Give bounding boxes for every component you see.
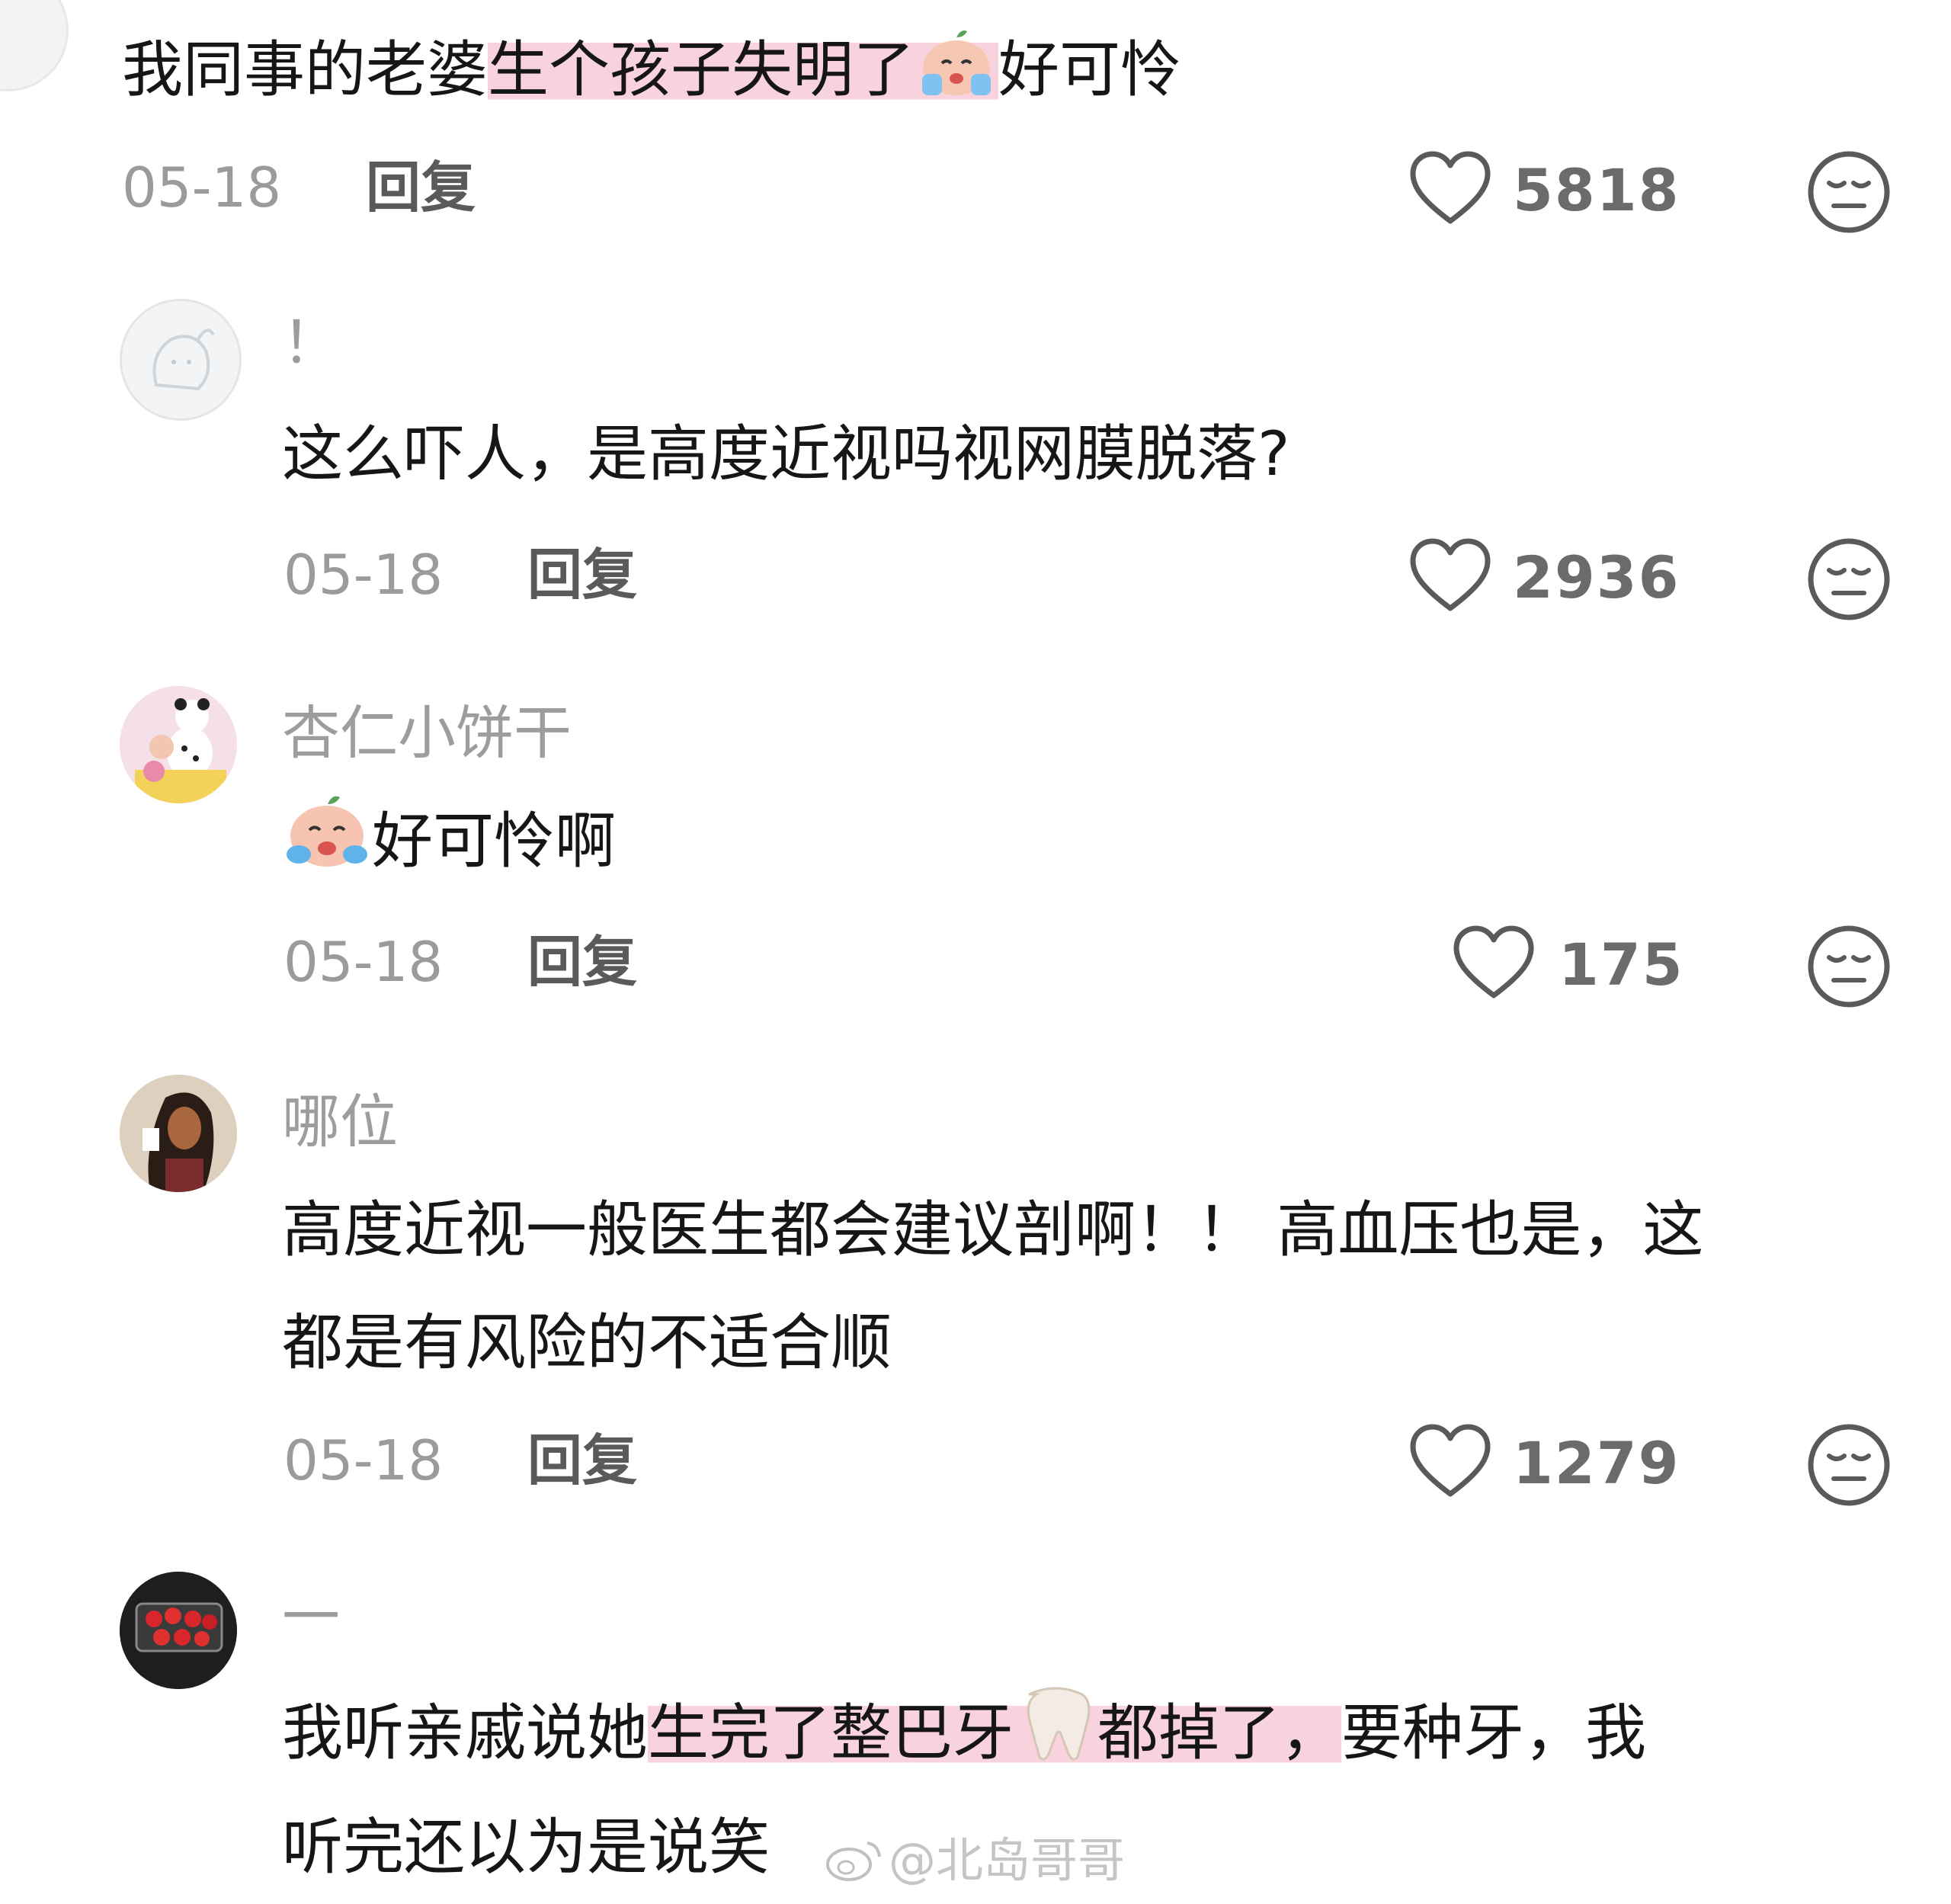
like-count: 1279 bbox=[1513, 1429, 1680, 1497]
heart-icon[interactable] bbox=[1452, 925, 1536, 1002]
comment-text-line1: 我听亲戚说她生完了整巴牙 都掉了，要种牙，我 bbox=[282, 1677, 1646, 1799]
username[interactable]: 一 bbox=[282, 1588, 340, 1646]
comment-date: 05-18 bbox=[284, 543, 444, 607]
comment-text: 这么吓人，是高度近视吗视网膜脱落? bbox=[282, 418, 1290, 489]
comment-text-line1: 高度近视一般医生都会建议剖啊！！ 高血压也是，这 bbox=[282, 1194, 1704, 1265]
comment-date: 05-18 bbox=[284, 1428, 444, 1492]
comment-text: 我同事的老婆生个孩子失明了 好可怜 bbox=[122, 14, 1181, 136]
avatar[interactable] bbox=[120, 299, 242, 421]
like-count: 5818 bbox=[1513, 156, 1680, 224]
avatar[interactable] bbox=[120, 686, 237, 803]
meh-face-icon[interactable] bbox=[1806, 149, 1892, 235]
avatar[interactable] bbox=[120, 1572, 237, 1689]
comment-text: 好可怜啊 bbox=[282, 785, 616, 907]
username[interactable]: ！ bbox=[282, 314, 340, 372]
username[interactable]: 哪位 bbox=[282, 1093, 398, 1151]
comment-date: 05-18 bbox=[122, 155, 282, 220]
meh-face-icon[interactable] bbox=[1806, 537, 1892, 622]
heart-icon[interactable] bbox=[1408, 538, 1492, 614]
like-count: 2936 bbox=[1513, 543, 1680, 611]
crying-face-emoji bbox=[282, 789, 372, 907]
avatar[interactable] bbox=[0, 0, 69, 91]
username[interactable]: 杏仁小饼干 bbox=[282, 704, 572, 762]
comment-date: 05-18 bbox=[284, 930, 444, 994]
weibo-logo-icon bbox=[826, 1841, 881, 1881]
tooth-emoji bbox=[1014, 1679, 1097, 1799]
like-count: 175 bbox=[1559, 931, 1684, 998]
reply-button[interactable]: 回复 bbox=[527, 1433, 637, 1488]
avatar[interactable] bbox=[120, 1075, 237, 1192]
crying-face-emoji bbox=[915, 23, 998, 136]
meh-face-icon[interactable] bbox=[1806, 924, 1892, 1009]
reply-button[interactable]: 回复 bbox=[527, 934, 637, 989]
heart-icon[interactable] bbox=[1408, 151, 1492, 227]
watermark: @北岛哥哥 bbox=[823, 1835, 1125, 1884]
comment-text-line2: 听完还以为是说笑 bbox=[282, 1812, 770, 1883]
heart-icon[interactable] bbox=[1408, 1424, 1492, 1500]
reply-button[interactable]: 回复 bbox=[366, 160, 476, 215]
reply-button[interactable]: 回复 bbox=[527, 547, 637, 602]
meh-face-icon[interactable] bbox=[1806, 1422, 1892, 1508]
comment-text-line2: 都是有风险的不适合顺 bbox=[282, 1307, 892, 1378]
